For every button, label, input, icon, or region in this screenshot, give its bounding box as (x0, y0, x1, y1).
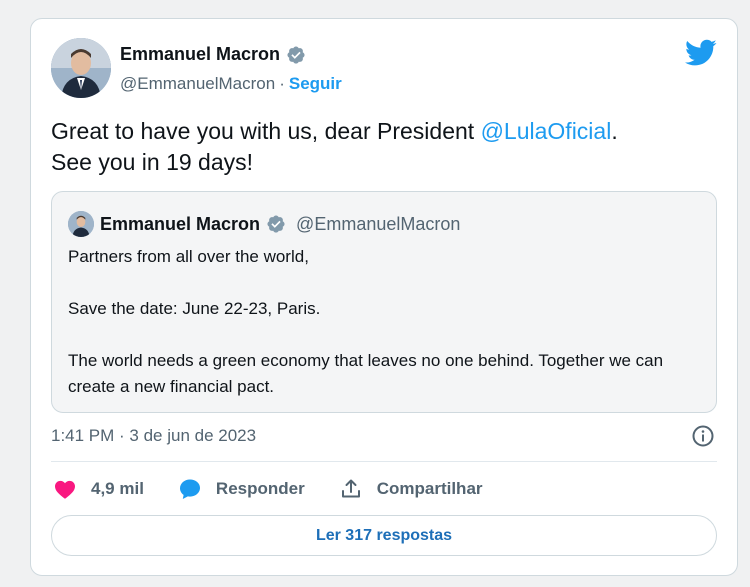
reply-bubble-icon (179, 479, 200, 499)
tweet-timestamp[interactable]: 1:41 PM · 3 de jun de 2023 (51, 426, 256, 446)
share-label: Compartilhar (376, 479, 483, 498)
divider (51, 461, 717, 462)
verified-badge-icon (287, 45, 305, 64)
tweet-card: Emmanuel Macron @EmmanuelMacron · Seguir… (30, 18, 738, 576)
quoted-paragraph: The world needs a green economy that lea… (68, 351, 664, 396)
author-handle-row: @EmmanuelMacron · Seguir (120, 74, 342, 94)
quoted-verified-badge-icon (267, 215, 285, 233)
quoted-tweet-header: Emmanuel Macron @EmmanuelMacron (68, 211, 460, 237)
heart-icon (55, 480, 75, 499)
twitter-logo-icon[interactable] (685, 39, 717, 67)
reply-label: Responder (215, 479, 305, 498)
reply-button[interactable]: Responder (178, 477, 305, 501)
quoted-author-avatar (68, 211, 94, 237)
tweet-text-line2: See you in 19 days! (51, 149, 254, 175)
quoted-tweet-body: Partners from all over the world, Save t… (68, 244, 698, 400)
read-replies-button[interactable]: Ler 317 respostas (51, 515, 717, 556)
author-name[interactable]: Emmanuel Macron (120, 44, 280, 65)
tweet-text: Great to have you with us, dear Presiden… (51, 116, 711, 178)
author-name-row: Emmanuel Macron (120, 44, 306, 65)
like-count: 4,9 mil (91, 479, 144, 498)
tweet-text-part1: Great to have you with us, dear Presiden… (51, 118, 481, 144)
info-icon[interactable] (691, 424, 715, 448)
action-bar: 4,9 mil Responder Compartilhar (53, 477, 483, 501)
author-handle[interactable]: @EmmanuelMacron (120, 74, 275, 94)
mention-link[interactable]: @LulaOficial (481, 118, 612, 144)
share-button[interactable]: Compartilhar (339, 477, 483, 501)
quoted-author-handle: @EmmanuelMacron (296, 213, 461, 234)
separator-dot: · (279, 74, 285, 93)
quoted-paragraph: Save the date: June 22-23, Paris. (68, 299, 321, 318)
share-icon (341, 479, 360, 498)
quoted-author-name: Emmanuel Macron (100, 213, 261, 234)
tweet-text-period: . (611, 118, 618, 144)
quoted-tweet[interactable]: Emmanuel Macron @EmmanuelMacron Partners… (51, 191, 717, 413)
quoted-paragraph: Partners from all over the world, (68, 247, 309, 266)
author-avatar[interactable] (51, 38, 111, 98)
like-button[interactable]: 4,9 mil (53, 477, 144, 501)
follow-button[interactable]: Seguir (289, 74, 342, 94)
